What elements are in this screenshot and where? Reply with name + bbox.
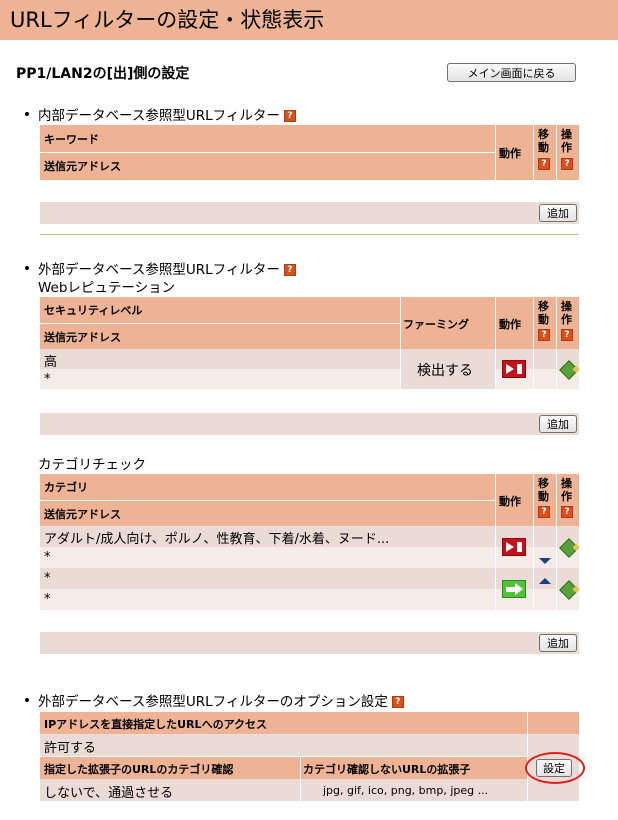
col-keyword: キーワード <box>44 133 99 146</box>
column-divider <box>495 474 496 526</box>
source-address-value: * <box>44 592 51 607</box>
options-heading: 外部データベース参照型URLフィルターのオプション設定? <box>25 690 404 710</box>
external-filter-heading: 外部データベース参照型URLフィルター? <box>25 258 296 278</box>
column-divider <box>533 474 534 526</box>
table-row <box>40 734 527 756</box>
col-category: カテゴリ <box>44 481 88 494</box>
col-action: 動作 <box>499 147 521 160</box>
column-divider <box>533 297 534 349</box>
col-security-level: セキュリティレベル <box>44 304 143 317</box>
web-reputation-subtitle: Webレピュテーション <box>38 280 176 296</box>
table-row <box>40 589 579 610</box>
col-source-address: 送信元アドレス <box>44 508 121 521</box>
column-divider <box>495 297 496 349</box>
ext-category-check-value: しないで、通過させる <box>44 786 174 801</box>
column-divider <box>556 474 557 526</box>
section-separator <box>40 234 579 235</box>
internal-add-bar <box>40 202 579 224</box>
internal-add-button[interactable]: 追加 <box>539 204 577 222</box>
no-check-ext-value: jpg, gif, ico, png, bmp, jpeg ... <box>323 784 489 797</box>
category-check-subtitle: カテゴリチェック <box>38 457 146 473</box>
page-title: URLフィルターの設定・状態表示 <box>0 0 618 40</box>
col-operation: 操作 <box>561 477 572 503</box>
table-row <box>40 568 579 589</box>
help-icon[interactable]: ? <box>538 329 550 341</box>
col-move: 移動 <box>538 300 549 326</box>
help-icon[interactable]: ? <box>283 110 296 122</box>
header-divider <box>40 152 495 153</box>
pharming-value: 検出する <box>417 363 473 379</box>
column-divider <box>556 349 557 389</box>
col-source-address: 送信元アドレス <box>44 160 121 173</box>
column-divider <box>495 526 496 610</box>
category-value: * <box>44 571 51 586</box>
column-divider <box>533 125 534 180</box>
header-divider <box>40 323 400 324</box>
header-divider <box>40 500 495 501</box>
table-row <box>40 349 579 369</box>
col-action: 動作 <box>499 318 521 331</box>
column-divider <box>556 297 557 349</box>
ip-access-header: IPアドレスを直接指定したURLへのアクセス <box>44 718 268 731</box>
col-pharming: ファーミング <box>403 318 469 331</box>
ext-category-check-header: 指定した拡張子のURLのカテゴリ確認 <box>44 763 234 776</box>
help-icon[interactable]: ? <box>538 506 550 518</box>
internal-filter-heading: 内部データベース参照型URLフィルター? <box>25 104 296 124</box>
category-add-button[interactable]: 追加 <box>539 634 577 652</box>
help-icon[interactable]: ? <box>283 264 296 276</box>
source-address-value: * <box>44 372 51 387</box>
col-operation: 操作 <box>561 300 572 326</box>
ip-access-value: 許可する <box>44 741 97 756</box>
column-divider <box>533 349 534 389</box>
help-icon[interactable]: ? <box>391 696 404 708</box>
webrep-add-bar <box>40 413 579 435</box>
highlight-circle <box>525 752 585 784</box>
options-header-right <box>528 712 579 734</box>
main-screen-button[interactable]: メイン画面に戻る <box>447 63 576 82</box>
column-divider <box>533 526 534 610</box>
column-divider <box>400 349 401 389</box>
col-move: 移動 <box>538 128 549 154</box>
col-action: 動作 <box>499 495 521 508</box>
category-value: アダルト/成人向け、ポルノ、性教育、下着/水着、ヌード... <box>44 532 390 547</box>
help-icon[interactable]: ? <box>561 506 573 518</box>
pass-icon <box>502 580 526 598</box>
help-icon[interactable]: ? <box>561 329 573 341</box>
options-title: 外部データベース参照型URLフィルターのオプション設定 <box>38 694 388 710</box>
internal-filter-title: 内部データベース参照型URLフィルター <box>38 108 280 124</box>
column-divider <box>556 125 557 180</box>
source-address-value: * <box>44 550 51 565</box>
security-level-value: 高 <box>44 355 58 370</box>
column-divider <box>556 526 557 610</box>
table-row <box>40 369 579 389</box>
reject-icon <box>502 360 526 378</box>
help-icon[interactable]: ? <box>561 158 573 170</box>
column-divider <box>495 125 496 180</box>
column-divider <box>495 349 496 389</box>
column-divider <box>400 297 401 349</box>
help-icon[interactable]: ? <box>538 158 550 170</box>
webrep-add-button[interactable]: 追加 <box>539 415 577 433</box>
table-row <box>40 547 579 568</box>
move-down-icon[interactable] <box>539 558 551 564</box>
col-move: 移動 <box>538 477 549 503</box>
col-source-address: 送信元アドレス <box>44 331 121 344</box>
reject-icon <box>502 538 526 556</box>
move-up-icon[interactable] <box>539 578 551 584</box>
col-operation: 操作 <box>561 128 572 154</box>
category-add-bar <box>40 632 579 654</box>
no-check-ext-header: カテゴリ確認しないURLの拡張子 <box>303 763 471 776</box>
section-title: PP1/LAN2の[出]側の設定 <box>16 66 190 82</box>
